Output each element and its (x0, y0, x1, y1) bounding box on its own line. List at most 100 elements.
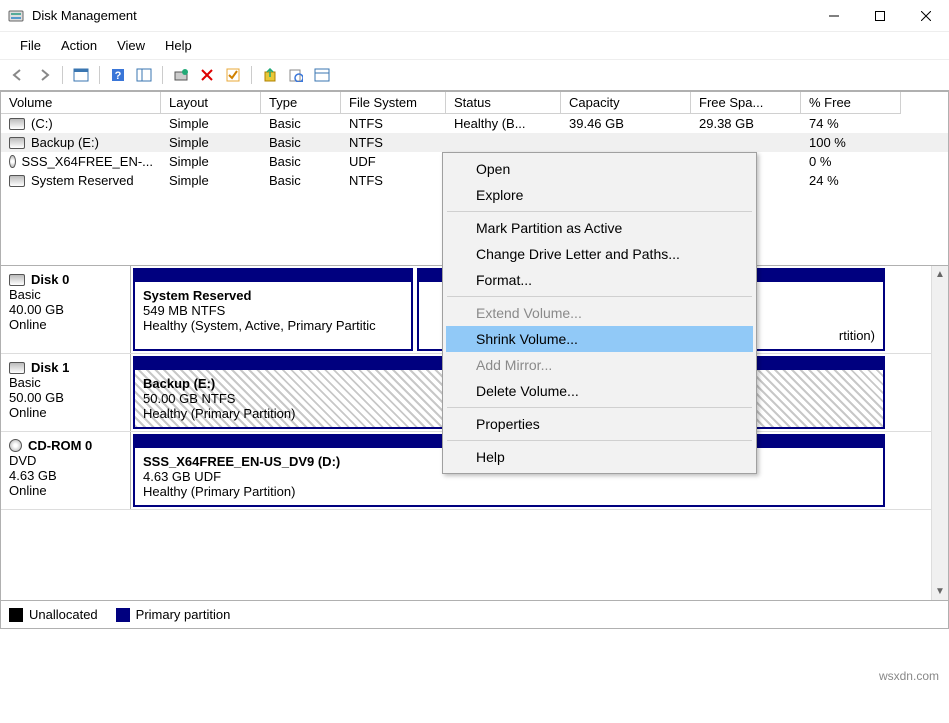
volume-name: SSS_X64FREE_EN-... (22, 154, 154, 169)
scrollbar[interactable]: ▲ ▼ (931, 266, 948, 600)
col-free[interactable]: Free Spa... (691, 92, 801, 114)
app-icon (8, 8, 24, 24)
toolbar-icon-4[interactable] (310, 63, 334, 87)
menu-action[interactable]: Action (51, 34, 107, 57)
volume-pctfree: 0 % (801, 152, 901, 171)
close-button[interactable] (903, 0, 949, 31)
show-hide-tree-button[interactable] (69, 63, 93, 87)
toolbar: ? (0, 60, 949, 91)
disk-name: Disk 0 (31, 272, 69, 287)
legend-unallocated-swatch (9, 608, 23, 622)
volume-row[interactable]: (C:)SimpleBasicNTFSHealthy (B...39.46 GB… (1, 114, 948, 133)
refresh-button[interactable] (169, 63, 193, 87)
col-capacity[interactable]: Capacity (561, 92, 691, 114)
menu-file[interactable]: File (10, 34, 51, 57)
volume-name: (C:) (31, 116, 53, 131)
volume-fs: NTFS (341, 171, 446, 190)
disk-type: Basic (9, 375, 122, 390)
delete-icon[interactable] (195, 63, 219, 87)
disk-state: Online (9, 317, 122, 332)
context-menu-item[interactable]: Change Drive Letter and Paths... (446, 241, 753, 267)
context-menu-item[interactable]: Properties (446, 411, 753, 437)
disk-size: 50.00 GB (9, 390, 122, 405)
disk-state: Online (9, 405, 122, 420)
context-menu-separator (447, 211, 752, 212)
disk-type: DVD (9, 453, 122, 468)
context-menu-item: Extend Volume... (446, 300, 753, 326)
disk-size: 4.63 GB (9, 468, 122, 483)
col-status[interactable]: Status (446, 92, 561, 114)
disk-name: Disk 1 (31, 360, 69, 375)
volume-layout: Simple (161, 152, 261, 171)
menu-help[interactable]: Help (155, 34, 202, 57)
back-button[interactable] (6, 63, 30, 87)
col-filesystem[interactable]: File System (341, 92, 446, 114)
volume-type: Basic (261, 171, 341, 190)
disk-info[interactable]: Disk 1Basic50.00 GBOnline (1, 354, 131, 431)
volume-type: Basic (261, 152, 341, 171)
partition-health: Healthy (System, Active, Primary Partiti… (143, 318, 403, 333)
volume-name: Backup (E:) (31, 135, 99, 150)
volume-layout: Simple (161, 171, 261, 190)
col-type[interactable]: Type (261, 92, 341, 114)
menubar: File Action View Help (0, 32, 949, 60)
legend: Unallocated Primary partition (0, 601, 949, 629)
context-menu-item[interactable]: Shrink Volume... (446, 326, 753, 352)
disk-name: CD-ROM 0 (28, 438, 92, 453)
volume-layout: Simple (161, 114, 261, 133)
legend-primary-swatch (116, 608, 130, 622)
col-pctfree[interactable]: % Free (801, 92, 901, 114)
watermark: wsxdn.com (879, 669, 939, 683)
volume-fs: NTFS (341, 114, 446, 133)
disk-info[interactable]: Disk 0Basic40.00 GBOnline (1, 266, 131, 353)
context-menu-item[interactable]: Help (446, 444, 753, 470)
minimize-button[interactable] (811, 0, 857, 31)
context-menu-item[interactable]: Format... (446, 267, 753, 293)
hdd-icon (9, 274, 25, 286)
volume-pctfree: 100 % (801, 133, 901, 152)
hdd-icon (9, 137, 25, 149)
volume-free: 29.38 GB (691, 114, 801, 133)
maximize-button[interactable] (857, 0, 903, 31)
volume-name: System Reserved (31, 173, 134, 188)
context-menu: OpenExplore Mark Partition as ActiveChang… (442, 152, 757, 474)
menu-view[interactable]: View (107, 34, 155, 57)
forward-button[interactable] (32, 63, 56, 87)
disk-size: 40.00 GB (9, 302, 122, 317)
context-menu-item: Add Mirror... (446, 352, 753, 378)
partition-size: 549 MB NTFS (143, 303, 403, 318)
hdd-icon (9, 362, 25, 374)
volume-type: Basic (261, 133, 341, 152)
partition[interactable]: System Reserved549 MB NTFSHealthy (Syste… (133, 282, 413, 351)
volume-row[interactable]: Backup (E:)SimpleBasicNTFS100 % (1, 133, 948, 152)
col-layout[interactable]: Layout (161, 92, 261, 114)
disk-state: Online (9, 483, 122, 498)
hdd-icon (9, 175, 25, 187)
context-menu-item[interactable]: Mark Partition as Active (446, 215, 753, 241)
disk-info[interactable]: CD-ROM 0DVD4.63 GBOnline (1, 432, 131, 509)
properties-icon[interactable] (284, 63, 308, 87)
cd-icon (9, 155, 16, 168)
check-icon[interactable] (221, 63, 245, 87)
volume-fs: UDF (341, 152, 446, 171)
col-volume[interactable]: Volume (1, 92, 161, 114)
titlebar: Disk Management (0, 0, 949, 32)
toolbar-icon-3[interactable] (258, 63, 282, 87)
volume-pctfree: 24 % (801, 171, 901, 190)
context-menu-item[interactable]: Open (446, 156, 753, 182)
partition-name: System Reserved (143, 288, 403, 303)
legend-unallocated-label: Unallocated (29, 607, 98, 622)
legend-primary-label: Primary partition (136, 607, 231, 622)
context-menu-item[interactable]: Explore (446, 182, 753, 208)
volume-capacity: 39.46 GB (561, 114, 691, 133)
context-menu-separator (447, 296, 752, 297)
toolbar-icon-2[interactable] (132, 63, 156, 87)
partition-health: Healthy (Primary Partition) (143, 484, 875, 499)
context-menu-item[interactable]: Delete Volume... (446, 378, 753, 404)
scroll-up-icon[interactable]: ▲ (932, 266, 948, 283)
volume-table-header: Volume Layout Type File System Status Ca… (1, 92, 948, 114)
disk-type: Basic (9, 287, 122, 302)
window-title: Disk Management (32, 8, 811, 23)
scroll-down-icon[interactable]: ▼ (932, 583, 948, 600)
help-button[interactable]: ? (106, 63, 130, 87)
